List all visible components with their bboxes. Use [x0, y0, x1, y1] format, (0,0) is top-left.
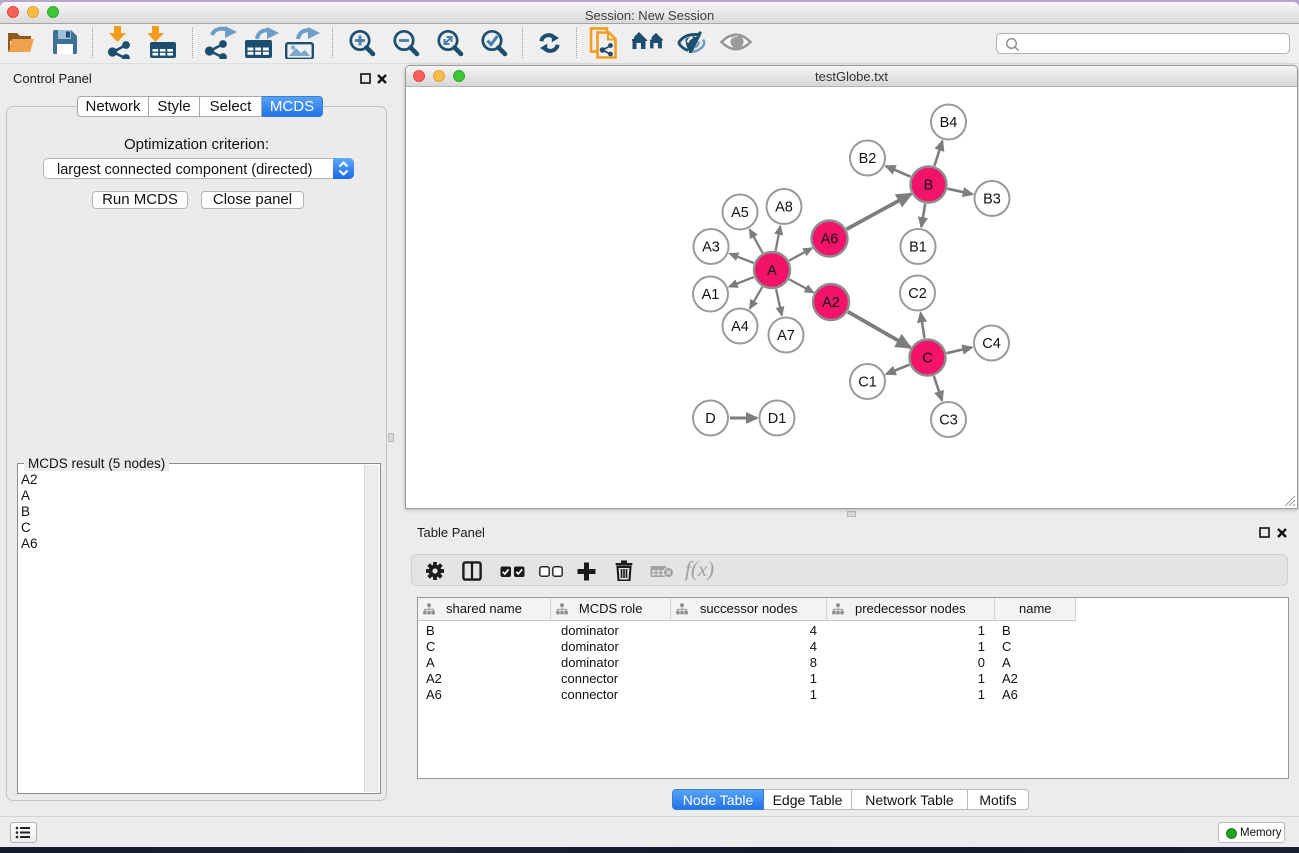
- svg-text:C4: C4: [982, 336, 1001, 352]
- svg-text:C2: C2: [908, 286, 927, 302]
- svg-text:B1: B1: [909, 240, 927, 256]
- svg-text:B3: B3: [983, 192, 1001, 208]
- svg-text:D1: D1: [768, 411, 787, 427]
- svg-text:A6: A6: [821, 232, 839, 248]
- svg-text:B4: B4: [940, 115, 958, 131]
- svg-text:C3: C3: [939, 413, 958, 429]
- svg-text:C1: C1: [858, 375, 877, 391]
- svg-text:A3: A3: [702, 240, 720, 256]
- svg-text:B2: B2: [859, 151, 877, 167]
- svg-text:B: B: [924, 178, 934, 194]
- svg-text:A5: A5: [731, 205, 749, 221]
- svg-text:A1: A1: [702, 287, 720, 303]
- svg-text:A7: A7: [777, 328, 795, 344]
- svg-text:A8: A8: [775, 200, 793, 216]
- svg-text:A2: A2: [822, 295, 840, 311]
- svg-text:A: A: [767, 263, 777, 279]
- svg-text:A4: A4: [731, 319, 749, 335]
- svg-text:D: D: [705, 411, 715, 427]
- svg-text:C: C: [922, 351, 932, 367]
